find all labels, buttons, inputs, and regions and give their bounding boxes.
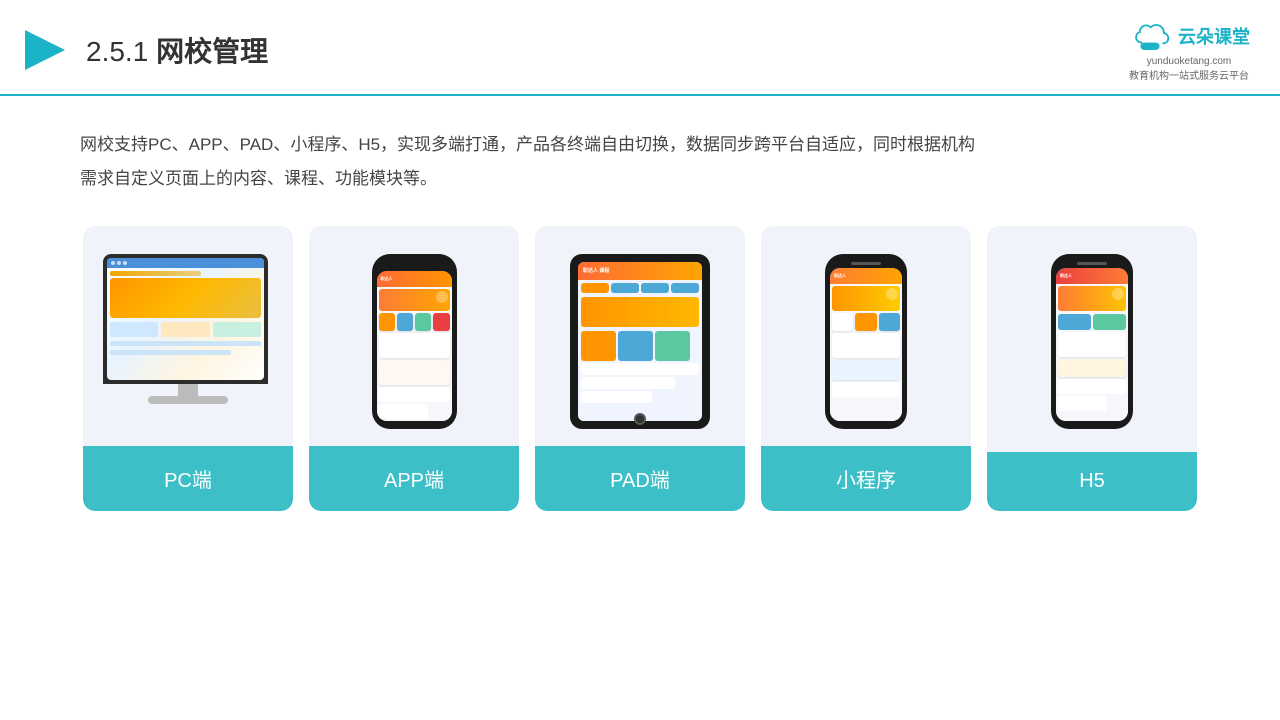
pc-monitor-mockup <box>103 254 273 429</box>
card-pad: 职达人 课程 <box>535 226 745 511</box>
app-phone-mockup: 职达人 <box>372 254 457 429</box>
card-pc: PC端 <box>83 226 293 511</box>
logo-name-text: 云朵课堂 <box>1178 23 1250 49</box>
page-header: 2.5.1 网校管理 云朵课堂 yunduoketang.com 教育机构一站式… <box>0 0 1280 96</box>
header-left: 2.5.1 网校管理 <box>20 25 268 75</box>
cloud-logo-icon <box>1128 18 1172 54</box>
card-miniprogram-image: 职达人 <box>761 226 971 446</box>
h5-phone-mockup: 职达人 <box>1051 254 1133 429</box>
description-line2: 需求自定义页面上的内容、课程、功能模块等。 <box>80 162 1200 196</box>
page-title: 2.5.1 网校管理 <box>86 30 268 70</box>
description-line1: 网校支持PC、APP、PAD、小程序、H5，实现多端打通，产品各终端自由切换，数… <box>80 128 1200 162</box>
logo-cloud: 云朵课堂 <box>1128 18 1250 54</box>
card-pad-label: PAD端 <box>535 446 745 511</box>
logo-subtitle: yunduoketang.com 教育机构一站式服务云平台 <box>1129 56 1249 82</box>
card-h5-label: H5 <box>987 452 1197 511</box>
card-app-label: APP端 <box>309 446 519 511</box>
card-app: 职达人 <box>309 226 519 511</box>
card-pad-image: 职达人 课程 <box>535 226 745 446</box>
logo-area: 云朵课堂 yunduoketang.com 教育机构一站式服务云平台 <box>1128 18 1250 82</box>
card-h5-image: 职达人 <box>987 226 1197 446</box>
card-miniprogram-label: 小程序 <box>761 446 971 511</box>
play-icon <box>20 25 70 75</box>
platform-cards: PC端 职达人 <box>0 206 1280 531</box>
miniprogram-phone-mockup: 职达人 <box>825 254 907 429</box>
pad-tablet-mockup: 职达人 课程 <box>570 254 710 429</box>
card-h5: 职达人 H5 <box>987 226 1197 511</box>
card-pc-label: PC端 <box>83 446 293 511</box>
card-miniprogram: 职达人 小程序 <box>761 226 971 511</box>
description-block: 网校支持PC、APP、PAD、小程序、H5，实现多端打通，产品各终端自由切换，数… <box>0 96 1280 206</box>
card-pc-image <box>83 226 293 446</box>
card-app-image: 职达人 <box>309 226 519 446</box>
